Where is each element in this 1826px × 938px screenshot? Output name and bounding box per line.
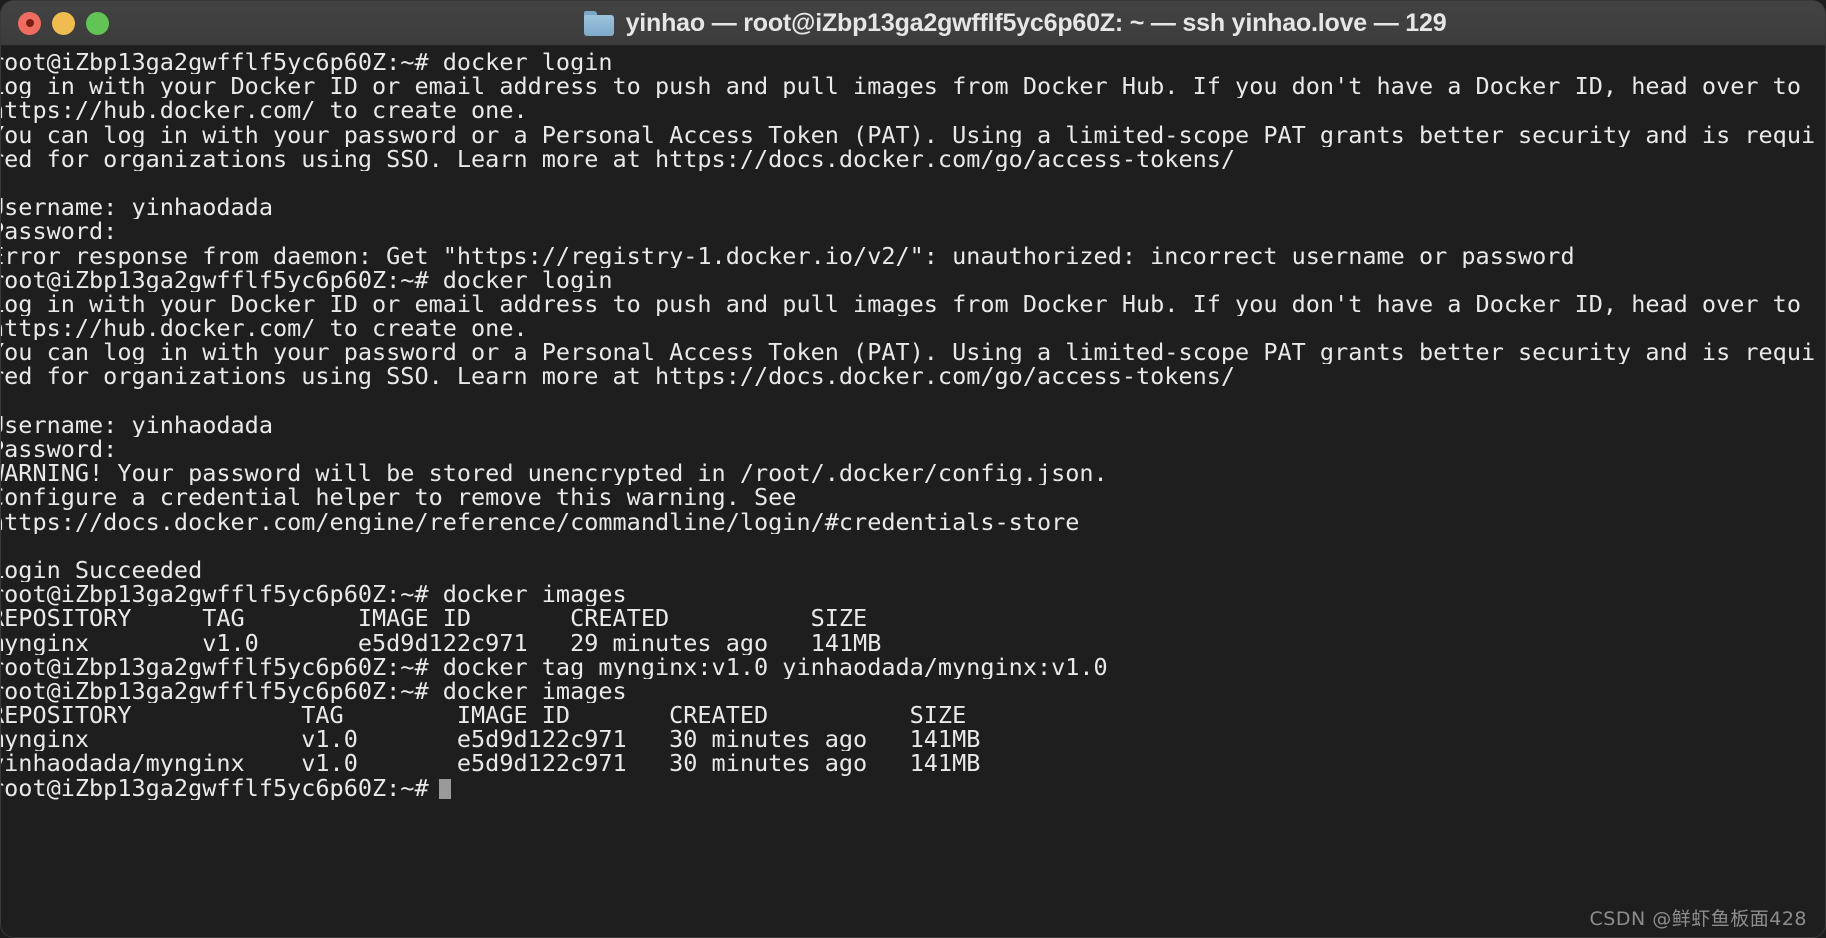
maximize-button[interactable] bbox=[86, 11, 109, 35]
terminal-line: Configure a credential helper to remove … bbox=[1, 485, 797, 510]
terminal-line: mynginx v1.0 e5d9d122c971 30 minutes ago… bbox=[1, 727, 981, 752]
terminal-output[interactable]: root@iZbp13ga2gwfflf5yc6p60Z:~# docker l… bbox=[1, 50, 1825, 937]
window-title-bar[interactable]: yinhao — root@iZbp13ga2gwfflf5yc6p60Z: ~… bbox=[1, 1, 1825, 46]
terminal-line: Log in with your Docker ID or email addr… bbox=[1, 74, 1801, 99]
terminal-line: root@iZbp13ga2gwfflf5yc6p60Z:~# docker l… bbox=[1, 267, 613, 292]
minimize-button[interactable] bbox=[52, 11, 75, 35]
window-title-container: yinhao — root@iZbp13ga2gwfflf5yc6p60Z: ~… bbox=[1, 1, 1825, 45]
terminal-line: root@iZbp13ga2gwfflf5yc6p60Z:~# docker l… bbox=[1, 50, 613, 75]
terminal-line: Log in with your Docker ID or email addr… bbox=[1, 291, 1801, 317]
terminal-line: Password: bbox=[1, 437, 118, 462]
window-controls bbox=[1, 11, 109, 35]
terminal-line: root@iZbp13ga2gwfflf5yc6p60Z:~# docker i… bbox=[1, 678, 627, 704]
terminal-window: yinhao — root@iZbp13ga2gwfflf5yc6p60Z: ~… bbox=[0, 0, 1826, 938]
window-title: yinhao — root@iZbp13ga2gwfflf5yc6p60Z: ~… bbox=[625, 8, 1447, 37]
terminal-line: You can log in with your password or a P… bbox=[1, 122, 1816, 147]
terminal-prompt-line: root@iZbp13ga2gwfflf5yc6p60Z:~# bbox=[1, 776, 1825, 800]
folder-icon bbox=[583, 10, 614, 36]
terminal-line: red for organizations using SSO. Learn m… bbox=[1, 146, 1236, 171]
terminal-line: https://hub.docker.com/ to create one. bbox=[1, 98, 528, 123]
close-icon bbox=[25, 19, 34, 27]
terminal-line: mynginx v1.0 e5d9d122c971 29 minutes ago… bbox=[1, 630, 882, 655]
terminal-body[interactable]: root@iZbp13ga2gwfflf5yc6p60Z:~# docker l… bbox=[1, 46, 1825, 937]
terminal-line: Login Succeeded bbox=[1, 557, 203, 583]
terminal-line: red for organizations using SSO. Learn m… bbox=[1, 364, 1236, 389]
watermark: CSDN @鲜虾鱼板面428 bbox=[1589, 908, 1807, 930]
terminal-line: Username: yinhaodada bbox=[1, 195, 273, 220]
terminal-line: WARNING! Your password will be stored un… bbox=[1, 461, 1108, 486]
terminal-line: REPOSITORY TAG IMAGE ID CREATED SIZE bbox=[1, 606, 868, 631]
terminal-line: Username: yinhaodada bbox=[1, 412, 273, 437]
terminal-line: Password: bbox=[1, 219, 118, 244]
close-button[interactable] bbox=[18, 11, 41, 35]
terminal-line: https://docs.docker.com/engine/reference… bbox=[1, 509, 1080, 534]
terminal-line: yinhaodada/mynginx v1.0 e5d9d122c971 30 … bbox=[1, 751, 981, 776]
text-cursor bbox=[438, 778, 451, 799]
terminal-line: You can log in with your password or a P… bbox=[1, 340, 1816, 365]
terminal-line: root@iZbp13ga2gwfflf5yc6p60Z:~# docker t… bbox=[1, 654, 1108, 679]
terminal-line: https://hub.docker.com/ to create one. bbox=[1, 316, 528, 341]
shell-prompt: root@iZbp13ga2gwfflf5yc6p60Z:~# bbox=[1, 775, 429, 800]
terminal-line: REPOSITORY TAG IMAGE ID CREATED SIZE bbox=[1, 703, 967, 728]
terminal-line: root@iZbp13ga2gwfflf5yc6p60Z:~# docker i… bbox=[1, 582, 627, 607]
terminal-line: Error response from daemon: Get "https:/… bbox=[1, 243, 1575, 268]
